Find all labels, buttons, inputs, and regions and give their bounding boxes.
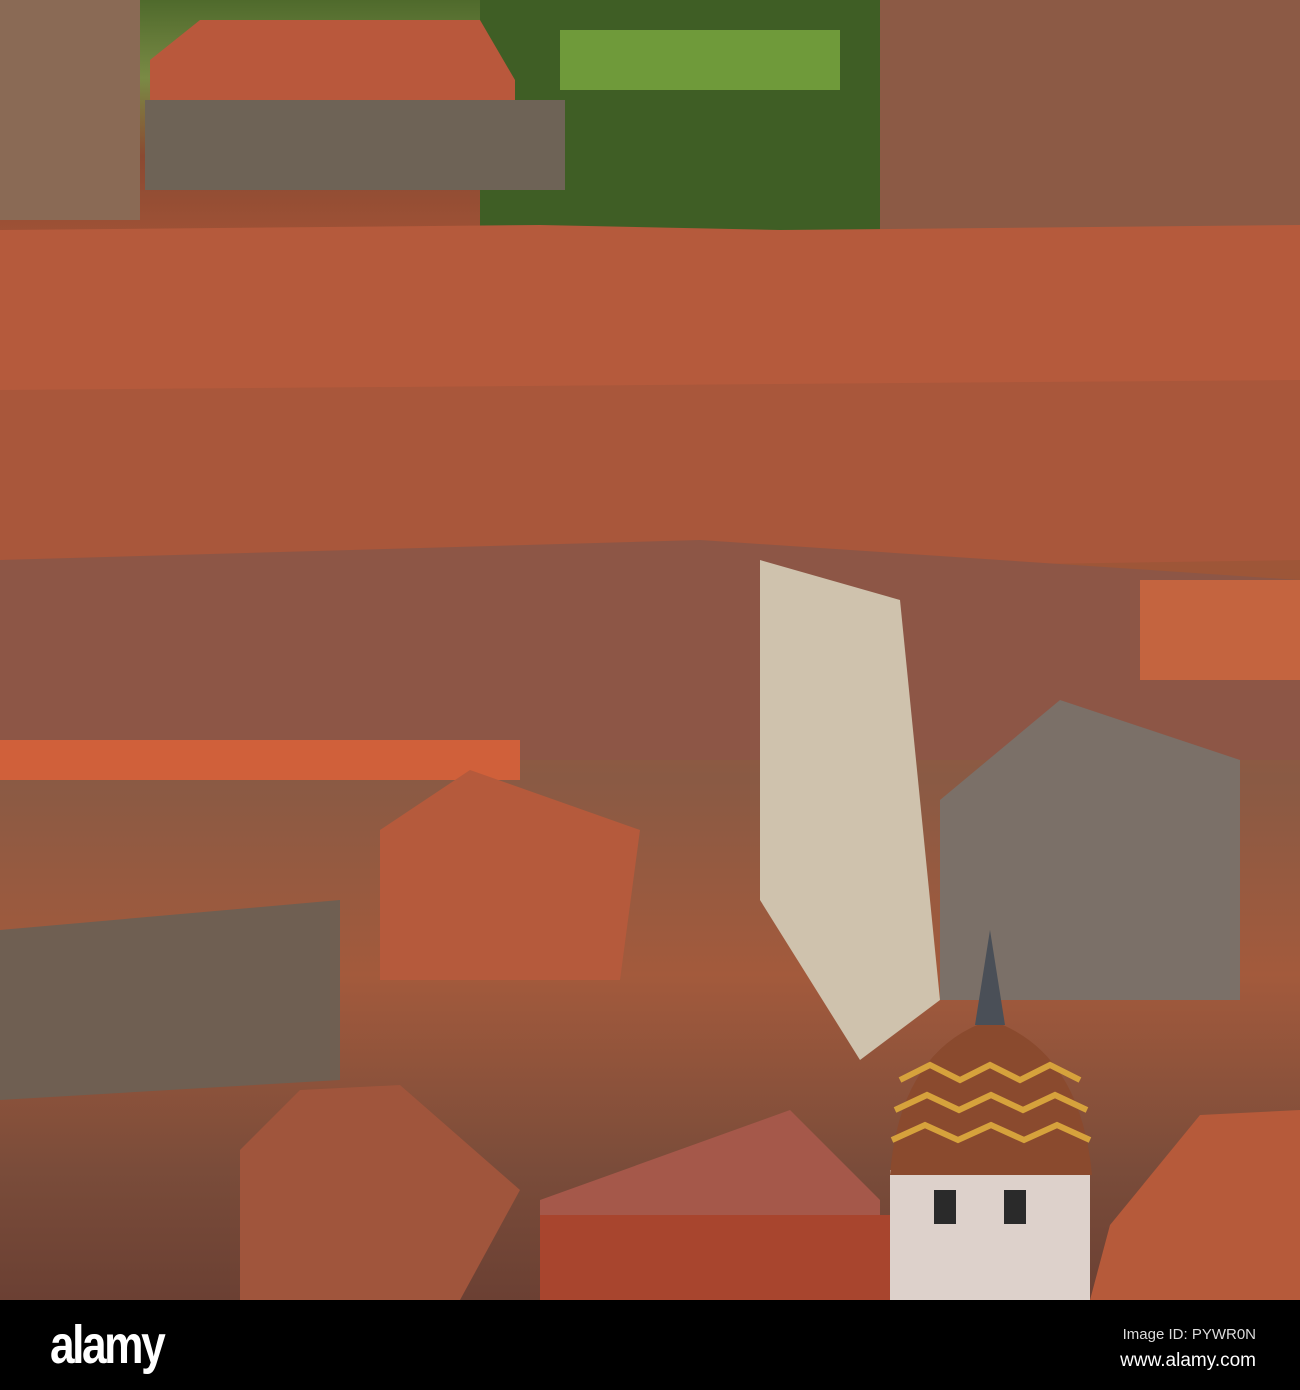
tower-body — [890, 1170, 1090, 1300]
tower-window — [934, 1190, 956, 1224]
roof-band — [0, 225, 1300, 400]
website-url: www.alamy.com — [1120, 1350, 1256, 1371]
fort-building — [150, 20, 515, 100]
roof-band — [1090, 1110, 1300, 1300]
lawn — [560, 30, 840, 90]
roof-band — [380, 770, 640, 980]
tower-window — [1004, 1190, 1026, 1224]
roof-band — [540, 1215, 890, 1300]
rooftops-illustration — [0, 0, 1300, 1300]
buildings-top-right — [880, 0, 1300, 230]
roof-band — [0, 740, 520, 780]
building-left — [0, 0, 140, 220]
roof-band — [1140, 580, 1300, 680]
watermark-bar: alamy Image ID: PYWR0N www.alamy.com — [0, 1300, 1300, 1390]
alamy-logo: alamy — [50, 1315, 166, 1375]
rooftops-photo — [0, 0, 1300, 1300]
roof-band — [0, 900, 340, 1100]
fort-wall — [145, 100, 565, 190]
image-id: Image ID: PYWR0N — [1122, 1326, 1256, 1343]
roof-band — [240, 1085, 520, 1300]
